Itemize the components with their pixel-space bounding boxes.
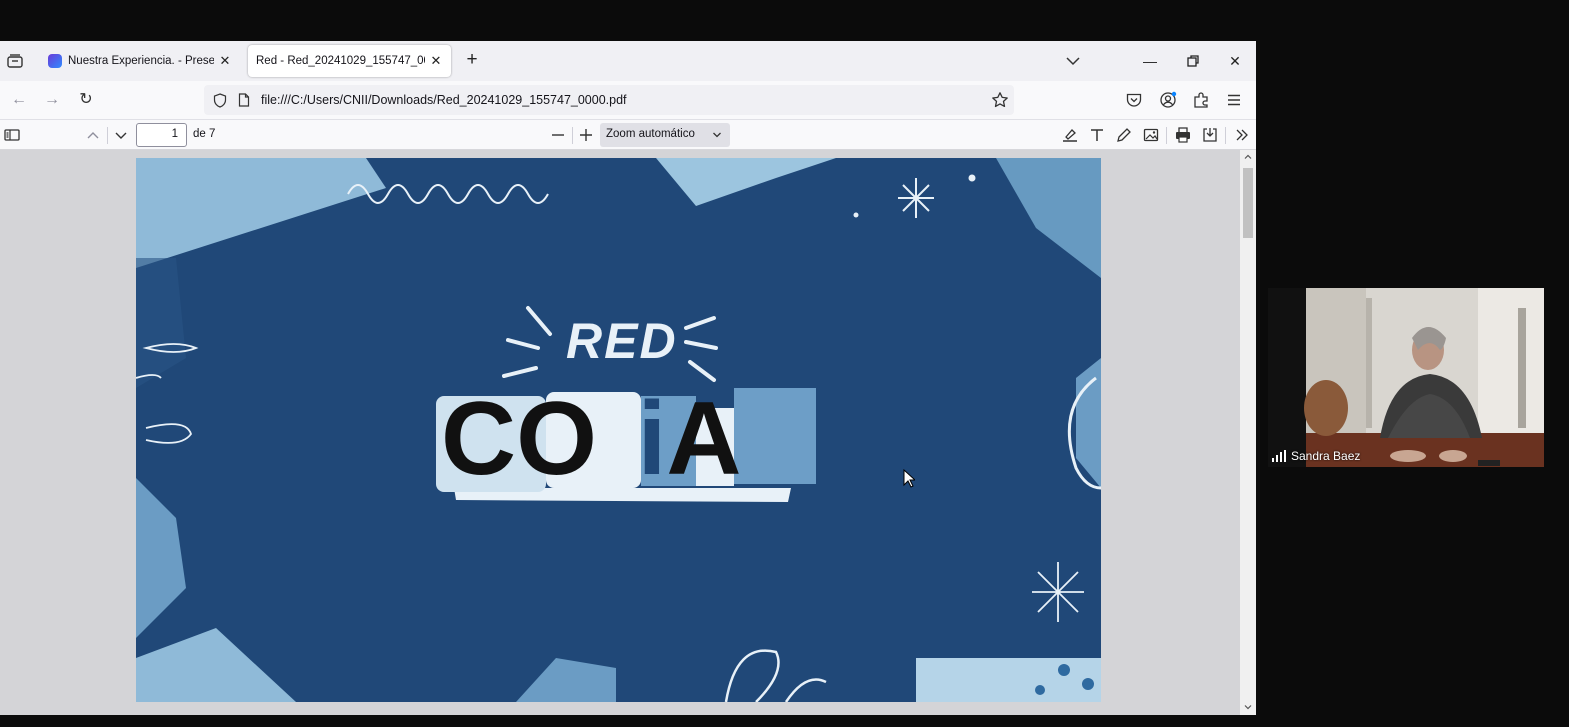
account-icon[interactable] xyxy=(1159,91,1177,109)
signal-bars-icon xyxy=(1272,450,1286,462)
chevron-down-icon[interactable] xyxy=(1243,702,1253,712)
chevron-down-icon[interactable] xyxy=(112,126,130,144)
close-icon[interactable]: ✕ xyxy=(218,53,232,69)
zoom-select-value: Zoom automático xyxy=(606,128,695,140)
pocket-icon[interactable] xyxy=(1125,91,1143,109)
chevron-down-icon[interactable] xyxy=(1064,53,1082,69)
page-icon xyxy=(238,93,250,107)
participant-video-tile[interactable]: Sandra Baez xyxy=(1268,288,1544,467)
double-chevron-right-icon[interactable] xyxy=(1233,126,1251,144)
pdf-big-title-letter: C xyxy=(441,381,517,497)
pdf-big-title-letter: A xyxy=(666,381,742,497)
tab-title: Red - Red_20241029_155747_0000.p xyxy=(256,55,425,67)
navigation-toolbar: ← → ↻ file:///C:/Users/CNII/Downloads/Re… xyxy=(0,81,1256,119)
tab-favicon-icon xyxy=(48,54,62,68)
pdf-big-title-letter: r xyxy=(597,381,638,497)
plus-icon[interactable]: + xyxy=(462,50,482,71)
minimize-icon[interactable]: — xyxy=(1140,51,1160,71)
chevron-down-icon xyxy=(713,132,721,138)
address-bar[interactable]: file:///C:/Users/CNII/Downloads/Red_2024… xyxy=(204,85,1014,115)
save-icon[interactable] xyxy=(1201,126,1219,144)
menu-icon[interactable] xyxy=(1225,91,1243,109)
back-arrow-icon[interactable]: ← xyxy=(9,91,29,109)
pdf-small-title: RED xyxy=(566,313,678,369)
shield-icon[interactable] xyxy=(213,93,227,108)
print-icon[interactable] xyxy=(1174,126,1192,144)
participant-video-feed xyxy=(1268,288,1544,467)
pdf-viewer[interactable]: RED COriA xyxy=(0,150,1240,715)
pdf-scrollbar[interactable] xyxy=(1240,150,1256,715)
sidebar-toggle-icon[interactable] xyxy=(3,126,21,144)
chevron-up-icon[interactable] xyxy=(1243,152,1253,162)
zoom-select[interactable]: Zoom automático xyxy=(600,123,730,147)
restore-icon[interactable] xyxy=(1183,51,1203,71)
tab-title: Nuestra Experiencia. - Presenta xyxy=(68,55,214,67)
toolbar-separator xyxy=(107,127,108,144)
pdf-big-title-letter: i xyxy=(637,381,667,497)
participant-label: Sandra Baez xyxy=(1272,449,1360,463)
plus-icon[interactable] xyxy=(577,126,595,144)
url-text[interactable]: file:///C:/Users/CNII/Downloads/Red_2024… xyxy=(261,93,627,107)
pdf-big-title: COriA xyxy=(441,384,742,494)
toolbar-separator xyxy=(1225,127,1226,144)
scrollbar-thumb[interactable] xyxy=(1243,168,1253,238)
tab-strip: Nuestra Experiencia. - Presenta ✕ Red - … xyxy=(0,41,1256,81)
chevron-up-icon[interactable] xyxy=(84,126,102,144)
toolbar-separator xyxy=(572,127,573,144)
page-number-input[interactable]: 1 xyxy=(136,123,187,147)
image-icon[interactable] xyxy=(1142,126,1160,144)
tab-nuestra-experiencia[interactable]: Nuestra Experiencia. - Presenta ✕ xyxy=(40,45,240,77)
toolbar-separator xyxy=(1166,127,1167,144)
pdf-toolbar: 1 de 7 Zoom automático xyxy=(0,119,1256,150)
screen: Nuestra Experiencia. - Presenta ✕ Red - … xyxy=(0,0,1569,727)
text-icon[interactable] xyxy=(1088,126,1106,144)
page-count-label: de 7 xyxy=(193,128,216,140)
tab-pdf-red[interactable]: Red - Red_20241029_155747_0000.p ✕ xyxy=(248,45,451,77)
draw-icon[interactable] xyxy=(1115,126,1133,144)
reload-icon[interactable]: ↻ xyxy=(76,91,96,109)
minus-icon[interactable] xyxy=(549,126,567,144)
close-icon[interactable]: ✕ xyxy=(1225,51,1245,71)
pdf-big-title-letter: O xyxy=(516,381,598,497)
extensions-icon[interactable] xyxy=(1192,91,1210,109)
browser-window: Nuestra Experiencia. - Presenta ✕ Red - … xyxy=(0,41,1256,715)
participant-name: Sandra Baez xyxy=(1291,449,1361,463)
forward-arrow-icon[interactable]: → xyxy=(42,91,62,109)
star-icon[interactable] xyxy=(991,91,1009,109)
highlight-icon[interactable] xyxy=(1061,126,1079,144)
cursor-icon xyxy=(903,469,915,488)
pdf-page: RED COriA xyxy=(136,158,1101,702)
tab-list-icon[interactable] xyxy=(6,53,24,69)
close-icon[interactable]: ✕ xyxy=(429,53,443,69)
